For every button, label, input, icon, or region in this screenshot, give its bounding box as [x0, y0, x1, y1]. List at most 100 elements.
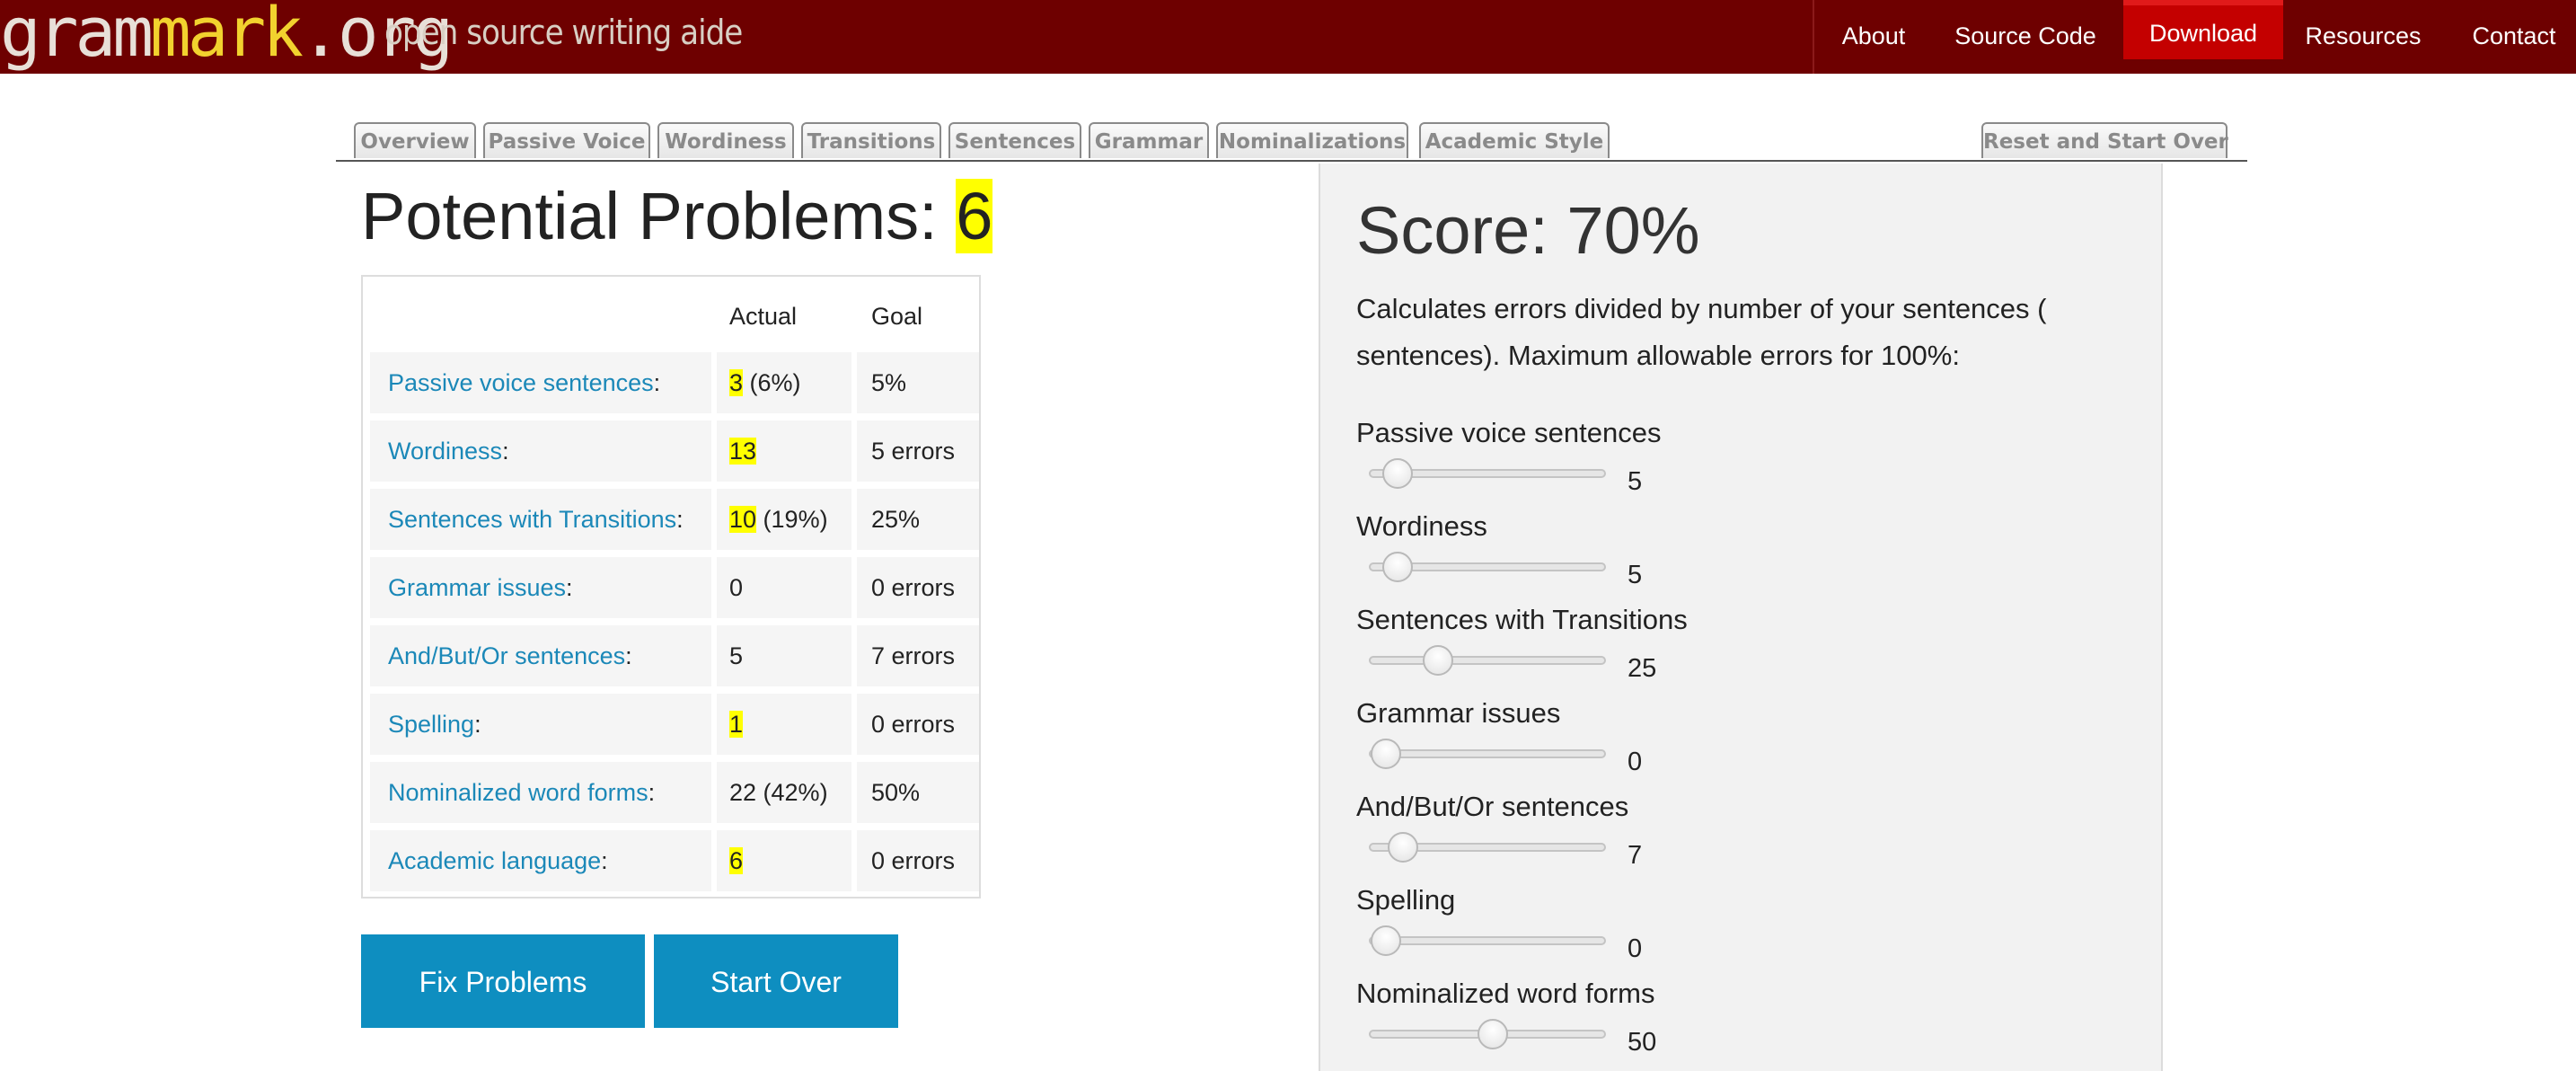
actual-value: (6%): [743, 369, 801, 396]
score-title: Score: 70%: [1356, 193, 1700, 268]
tab-passive-voice[interactable]: Passive Voice: [483, 122, 650, 158]
row-label-colon: :: [648, 779, 656, 806]
table-row: Grammar issues: 0 0 errors: [370, 557, 979, 618]
table-row: Spelling: 1 0 errors: [370, 694, 979, 755]
table-row: Wordiness: 13 5 errors: [370, 420, 979, 482]
slider-track[interactable]: [1369, 749, 1606, 758]
table-header-row: Actual Goal: [370, 286, 979, 347]
slider-label: Spelling: [1356, 884, 1456, 916]
nav-contact[interactable]: Contact: [2457, 0, 2571, 74]
row-label-cell: Wordiness:: [370, 420, 711, 482]
slider-value: 7: [1628, 841, 1643, 870]
problems-table: Actual Goal Passive voice sentences: 3 (6…: [361, 275, 981, 898]
row-label-cell: Academic language:: [370, 830, 711, 891]
table-header-label: [370, 286, 711, 347]
nav-source-code[interactable]: Source Code: [1938, 0, 2113, 74]
slider-label: Grammar issues: [1356, 697, 1561, 729]
slider-label: Passive voice sentences: [1356, 417, 1662, 448]
slider-label: Wordiness: [1356, 510, 1487, 542]
row-goal-cell: 5 errors: [857, 420, 979, 482]
fix-problems-button[interactable]: Fix Problems: [361, 934, 645, 1028]
row-label-link[interactable]: Wordiness: [388, 438, 502, 465]
site-tagline: open source writing aide: [384, 13, 743, 52]
row-goal-cell: 25%: [857, 489, 979, 550]
row-label-colon: :: [625, 642, 632, 669]
actual-highlight: 1: [729, 711, 744, 738]
table-row: Nominalized word forms: 22 (42%) 50%: [370, 762, 979, 823]
row-actual-cell: 0: [717, 557, 851, 618]
row-goal-cell: 50%: [857, 762, 979, 823]
nav-about[interactable]: About: [1823, 0, 1924, 74]
slider-handle[interactable]: [1371, 925, 1401, 956]
actual-value: (19%): [756, 506, 828, 533]
table-row: Academic language: 6 0 errors: [370, 830, 979, 891]
nav-download[interactable]: Download: [2123, 0, 2283, 59]
actual-highlight: 13: [729, 438, 757, 465]
row-actual-cell: 22 (42%): [717, 762, 851, 823]
row-label-link[interactable]: And/But/Or sentences: [388, 642, 625, 669]
row-label-colon: :: [601, 847, 608, 874]
nav-resources[interactable]: Resources: [2296, 0, 2430, 74]
tab-bar-divider: [336, 160, 2247, 162]
potential-problems-title: Potential Problems: 6: [361, 176, 993, 257]
row-label-link[interactable]: Spelling: [388, 711, 474, 738]
tab-transitions[interactable]: Transitions: [801, 122, 941, 158]
start-over-button[interactable]: Start Over: [654, 934, 898, 1028]
site-logo[interactable]: grammark.org: [0, 0, 454, 72]
row-label-colon: :: [474, 711, 481, 738]
row-goal-cell: 0 errors: [857, 830, 979, 891]
slider-value: 5: [1628, 561, 1643, 589]
row-label-link[interactable]: Nominalized word forms: [388, 779, 648, 806]
tab-grammar[interactable]: Grammar: [1089, 122, 1209, 158]
slider-handle[interactable]: [1423, 645, 1453, 676]
slider-value: 0: [1628, 934, 1643, 963]
actual-value: 5: [729, 642, 744, 669]
actual-value: 0: [729, 574, 744, 601]
row-actual-cell: 5: [717, 625, 851, 686]
row-label-cell: Spelling:: [370, 694, 711, 755]
table-row: And/But/Or sentences: 5 7 errors: [370, 625, 979, 686]
slider-track[interactable]: [1369, 936, 1606, 945]
slider-label: Sentences with Transitions: [1356, 604, 1688, 635]
row-goal-cell: 5%: [857, 352, 979, 413]
nav-divider: [1813, 0, 1814, 74]
slider-handle[interactable]: [1371, 739, 1401, 769]
row-actual-cell: 1: [717, 694, 851, 755]
logo-mark: mark: [150, 0, 304, 72]
slider-handle[interactable]: [1382, 552, 1413, 582]
row-label-link[interactable]: Sentences with Transitions: [388, 506, 676, 533]
row-label-cell: And/But/Or sentences:: [370, 625, 711, 686]
tab-overview[interactable]: Overview: [354, 122, 476, 158]
tab-wordiness[interactable]: Wordiness: [657, 122, 794, 158]
row-label-colon: :: [502, 438, 509, 465]
row-goal-cell: 0 errors: [857, 694, 979, 755]
slider-handle[interactable]: [1478, 1019, 1508, 1049]
row-label-cell: Grammar issues:: [370, 557, 711, 618]
tab-academic-style[interactable]: Academic Style: [1419, 122, 1610, 158]
row-label-link[interactable]: Passive voice sentences: [388, 369, 654, 396]
table-row: Passive voice sentences: 3 (6%) 5%: [370, 352, 979, 413]
row-label-colon: :: [653, 369, 661, 396]
problems-count: 6: [956, 179, 993, 253]
table-header-goal: Goal: [871, 303, 923, 330]
slider-value: 5: [1628, 467, 1643, 496]
actual-value: 22 (42%): [729, 779, 828, 806]
row-label-link[interactable]: Academic language: [388, 847, 601, 874]
slider-track[interactable]: [1369, 656, 1606, 665]
slider-handle[interactable]: [1382, 458, 1413, 489]
slider-value: 50: [1628, 1028, 1657, 1057]
slider-handle[interactable]: [1388, 832, 1418, 863]
row-label-colon: :: [676, 506, 684, 533]
problems-title-text: Potential Problems:: [361, 179, 957, 253]
row-actual-cell: 10 (19%): [717, 489, 851, 550]
row-label-cell: Passive voice sentences:: [370, 352, 711, 413]
reset-and-start-over-tab[interactable]: Reset and Start Over: [1981, 122, 2228, 158]
row-label-link[interactable]: Grammar issues: [388, 574, 566, 601]
row-label-cell: Sentences with Transitions:: [370, 489, 711, 550]
row-label-cell: Nominalized word forms:: [370, 762, 711, 823]
row-label-colon: :: [566, 574, 573, 601]
tab-sentences[interactable]: Sentences: [948, 122, 1081, 158]
actual-highlight: 6: [729, 847, 744, 874]
site-header: grammark.org open source writing aide Ab…: [0, 0, 2576, 74]
tab-nominalizations[interactable]: Nominalizations: [1216, 122, 1408, 158]
